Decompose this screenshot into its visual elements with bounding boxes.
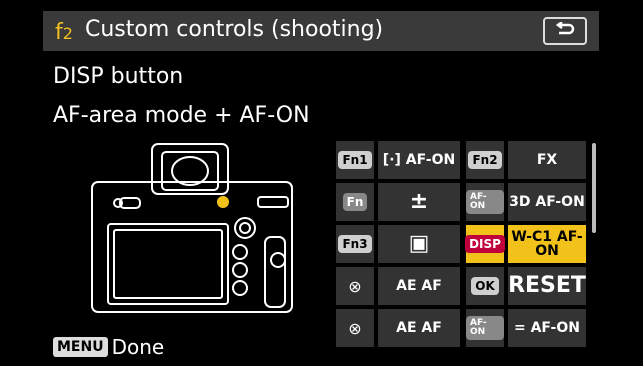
control-function-1[interactable]: [·] AF-ON bbox=[378, 141, 460, 179]
control-button-disp[interactable]: DISP bbox=[465, 225, 505, 263]
button-label: AF-ON bbox=[466, 190, 504, 214]
button-label: AF-ON bbox=[466, 316, 504, 340]
control-button-fn1[interactable]: Fn1 bbox=[336, 141, 374, 179]
control-function-3[interactable]: ± bbox=[378, 183, 460, 221]
sub-selector-icon: ⊗ bbox=[348, 276, 362, 296]
function-label: W-C1 AF-ON bbox=[511, 229, 583, 259]
button-label: Fn bbox=[342, 193, 368, 211]
control-function-4[interactable]: 3D AF-ON bbox=[508, 183, 586, 221]
control-button-af-on-vertical[interactable]: AF-ON bbox=[466, 309, 504, 347]
menu-header: f2 Custom controls (shooting) bbox=[43, 11, 599, 51]
back-button[interactable] bbox=[543, 17, 587, 45]
button-label: DISP bbox=[465, 235, 505, 253]
ae-af-lock-icon: AE AF bbox=[396, 278, 442, 294]
page-title: Custom controls (shooting) bbox=[85, 17, 384, 42]
button-label: Fn2 bbox=[468, 151, 502, 169]
function-label: = AF-ON bbox=[513, 320, 580, 336]
assignment-name: AF-area mode + AF-ON bbox=[53, 103, 310, 128]
button-label: OK bbox=[471, 277, 499, 295]
done-control[interactable]: MENU Done bbox=[53, 335, 164, 359]
control-function-2[interactable]: FX bbox=[508, 141, 586, 179]
control-function-10[interactable]: = AF-ON bbox=[508, 309, 586, 347]
control-button-af-on[interactable]: AF-ON bbox=[466, 183, 504, 221]
control-button-fn2[interactable]: Fn2 bbox=[466, 141, 504, 179]
return-arrow-icon bbox=[555, 22, 575, 35]
control-button-fn3[interactable]: Fn3 bbox=[336, 225, 374, 263]
control-function-5[interactable]: ▣ bbox=[378, 225, 460, 263]
menu-button-tag: MENU bbox=[53, 337, 108, 357]
button-name: DISP button bbox=[53, 64, 184, 89]
control-button-sub-selector[interactable]: ⊗ bbox=[336, 267, 374, 305]
scrollbar[interactable] bbox=[592, 143, 596, 233]
control-button-sub-selector-vertical[interactable]: ⊗ bbox=[336, 309, 374, 347]
exposure-comp-icon: ± bbox=[409, 189, 429, 214]
function-label: [·] AF-ON bbox=[382, 152, 456, 168]
menu-section-indicator: f2 bbox=[55, 20, 73, 45]
control-function-9[interactable]: AE AF bbox=[378, 309, 460, 347]
ae-af-lock-icon: AE AF bbox=[396, 320, 442, 336]
control-function-8[interactable]: RESET bbox=[508, 267, 586, 305]
button-label: Fn1 bbox=[338, 151, 372, 169]
function-label: RESET bbox=[508, 273, 586, 298]
control-button-fn-vertical[interactable]: Fn bbox=[336, 183, 374, 221]
function-label: FX bbox=[536, 152, 558, 168]
done-label: Done bbox=[111, 335, 165, 359]
function-label: 3D AF-ON bbox=[509, 194, 585, 210]
control-button-ok[interactable]: OK bbox=[466, 267, 504, 305]
control-function-7[interactable]: AE AF bbox=[378, 267, 460, 305]
sub-selector-vertical-icon: ⊗ bbox=[348, 318, 362, 338]
control-function-6-selected[interactable]: W-C1 AF-ON bbox=[508, 225, 586, 263]
protect-icon: ▣ bbox=[408, 231, 430, 256]
button-label: Fn3 bbox=[338, 235, 372, 253]
camera-back-illustration bbox=[91, 143, 293, 313]
